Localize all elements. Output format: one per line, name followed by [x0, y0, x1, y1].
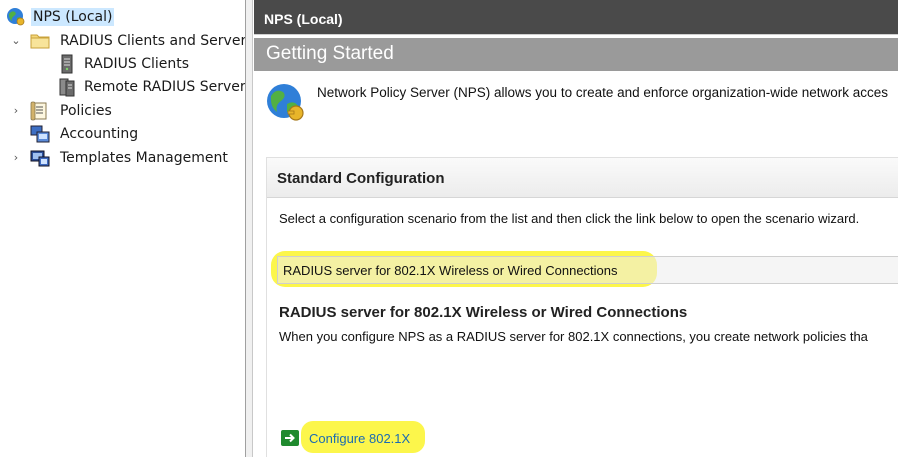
scenario-description: When you configure NPS as a RADIUS serve… — [279, 329, 868, 344]
nps-globe-icon — [6, 7, 26, 27]
arrow-right-icon — [281, 430, 299, 446]
tree-item-label: Policies — [60, 103, 112, 119]
scenario-select-value: RADIUS server for 802.1X Wireless or Wir… — [283, 263, 618, 278]
tree-item-radius-clients[interactable]: RADIUS Clients — [58, 53, 191, 75]
tree-item-radius-clients-and-servers[interactable]: RADIUS Clients and Servers — [30, 30, 246, 52]
standard-configuration-panel: Standard Configuration Select a configur… — [266, 157, 898, 457]
tree-item-policies[interactable]: Policies — [30, 100, 114, 122]
tree-item-templates-management[interactable]: Templates Management — [30, 147, 230, 169]
tree-item-accounting[interactable]: Accounting — [30, 123, 140, 145]
intro-section: Network Policy Server (NPS) allows you t… — [254, 71, 898, 133]
scenario-heading: RADIUS server for 802.1X Wireless or Wir… — [279, 304, 688, 321]
chevron-right-icon[interactable]: › — [10, 152, 22, 164]
standard-configuration-description: Select a configuration scenario from the… — [279, 211, 860, 226]
console-tree: NPS (Local) ⌄ RADIUS Clients and Servers… — [0, 0, 246, 457]
accounting-icon — [30, 124, 50, 144]
tree-item-nps-local[interactable]: NPS (Local) — [6, 6, 115, 28]
server-icon — [58, 54, 76, 74]
standard-configuration-title: Standard Configuration — [277, 170, 445, 187]
details-pane: NPS (Local) Getting Started Network Poli… — [254, 0, 898, 457]
scenario-select[interactable]: RADIUS server for 802.1X Wireless or Wir… — [277, 256, 898, 284]
tree-item-remote-radius-server-groups[interactable]: Remote RADIUS Server ( — [58, 76, 246, 98]
tree-item-label: NPS (Local) — [31, 8, 115, 26]
tree-item-label: Templates Management — [60, 150, 228, 166]
folder-icon — [30, 32, 50, 50]
templates-icon — [30, 148, 50, 168]
chevron-down-icon[interactable]: ⌄ — [10, 35, 22, 47]
chevron-right-icon[interactable]: › — [10, 105, 22, 117]
configure-802-1x-link[interactable]: Configure 802.1X — [281, 428, 410, 448]
standard-configuration-header: Standard Configuration — [267, 158, 898, 198]
pane-header-title: NPS (Local) — [254, 0, 898, 35]
tree-item-label: RADIUS Clients and Servers — [60, 33, 246, 49]
getting-started-banner: Getting Started — [254, 38, 898, 71]
tree-item-label: RADIUS Clients — [84, 56, 190, 72]
tree-item-label: Remote RADIUS Server ( — [84, 79, 246, 95]
pane-splitter[interactable] — [246, 0, 253, 457]
tree-item-label: Accounting — [60, 126, 139, 142]
nps-globe-key-icon — [264, 81, 308, 125]
policies-icon — [30, 101, 50, 121]
intro-text: Network Policy Server (NPS) allows you t… — [317, 85, 889, 100]
configure-802-1x-link-text[interactable]: Configure 802.1X — [309, 431, 410, 446]
server-group-icon — [58, 77, 76, 97]
